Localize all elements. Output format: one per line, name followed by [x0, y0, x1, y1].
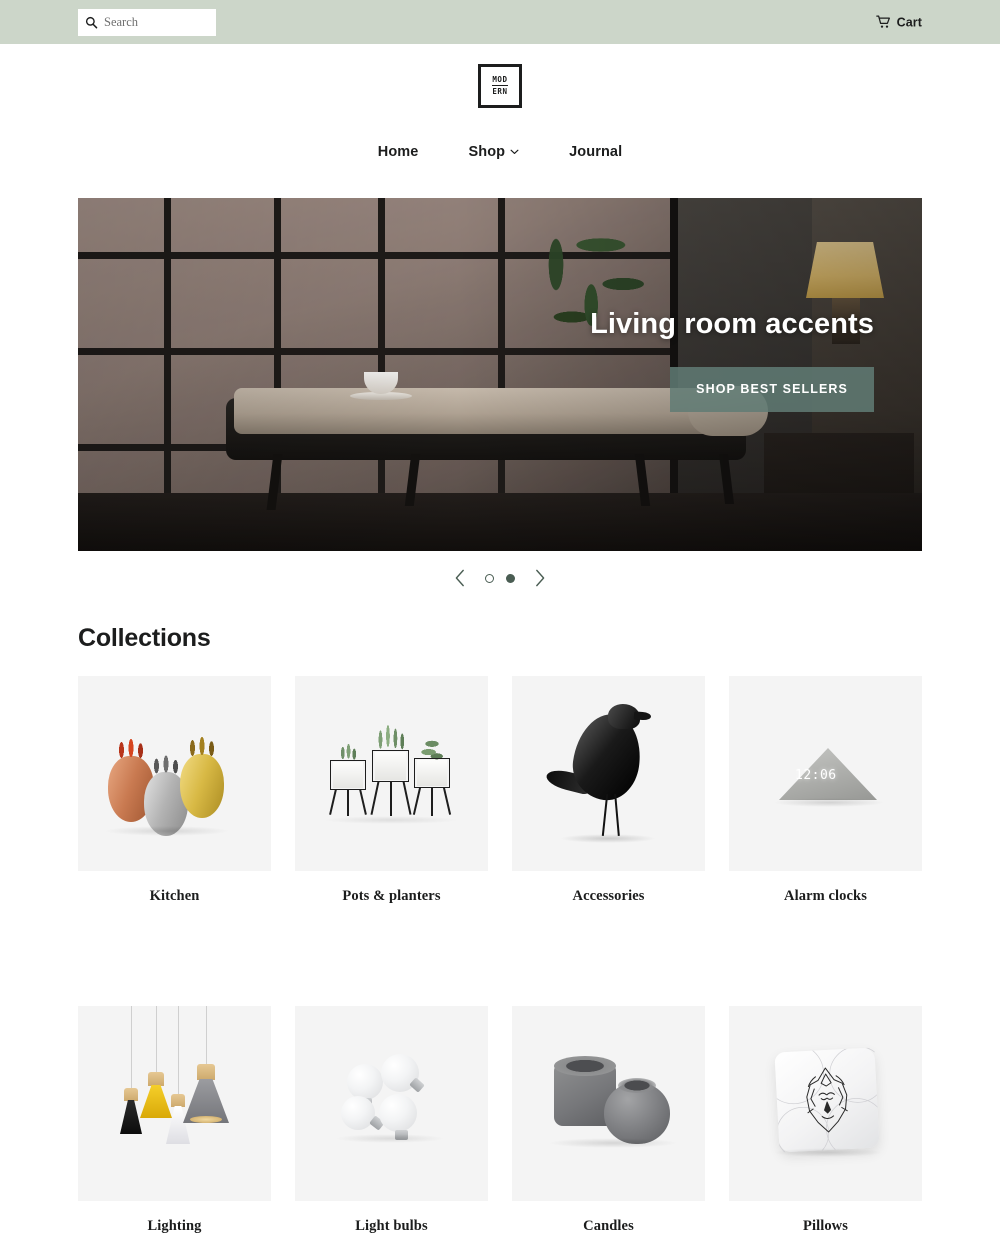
collection-card-alarm-clocks[interactable]: 12:06 Alarm clocks [729, 676, 922, 905]
collection-label-light-bulbs: Light bulbs [355, 1218, 428, 1234]
collection-card-pots-planters[interactable]: Pots & planters [295, 676, 488, 905]
wooden-clock-art: 12:06 [729, 676, 922, 871]
nav-label-journal: Journal [569, 144, 623, 160]
logo-row: MOD ERN [0, 44, 1000, 127]
carousel-dot-2[interactable] [506, 573, 515, 583]
main-navigation: Home Shop Journal [0, 127, 1000, 177]
collection-card-pillows[interactable]: Pillows [729, 1006, 922, 1235]
chevron-down-icon [510, 149, 519, 155]
chevron-left-icon[interactable] [454, 569, 467, 587]
hero-section: Living room accents SHOP BEST SELLERS [0, 198, 1000, 551]
logo-line-1: MOD [492, 75, 508, 86]
collection-image-pots-planters [295, 676, 488, 871]
collection-label-alarm-clocks: Alarm clocks [784, 888, 867, 904]
collection-image-accessories [512, 676, 705, 871]
collection-image-candles [512, 1006, 705, 1201]
shopping-cart-icon [875, 15, 890, 28]
collection-image-lighting [78, 1006, 271, 1201]
search-icon [85, 16, 98, 28]
bird-figurine-art [512, 676, 705, 871]
collection-label-candles: Candles [583, 1218, 634, 1234]
utility-bar: Cart [0, 0, 1000, 44]
grid-row-spacer [78, 905, 922, 1006]
collection-image-pillows [729, 1006, 922, 1201]
nav-item-shop[interactable]: Shop [468, 144, 519, 160]
plant-stands-art [295, 676, 488, 871]
collection-image-kitchen [78, 676, 271, 871]
logo-line-2: ERN [492, 87, 508, 96]
clock-display: 12:06 [795, 768, 837, 783]
nav-label-home: Home [377, 144, 419, 160]
concrete-holders-art [512, 1006, 705, 1201]
led-bulbs-art [295, 1006, 488, 1201]
collection-image-light-bulbs [295, 1006, 488, 1201]
collection-label-lighting: Lighting [147, 1218, 202, 1234]
lion-pillow-art [729, 1006, 922, 1201]
collection-card-light-bulbs[interactable]: Light bulbs [295, 1006, 488, 1235]
chevron-right-icon[interactable] [533, 569, 546, 587]
search-box[interactable] [78, 8, 216, 36]
collections-grid-row-2: Lighting Light bulbs Candles Pillows [78, 1006, 922, 1235]
carousel-controls [0, 556, 1000, 600]
collection-label-accessories: Accessories [572, 888, 645, 904]
nav-item-journal[interactable]: Journal [569, 144, 622, 160]
carousel-dots [485, 573, 515, 583]
lion-line-art-icon [763, 1043, 887, 1160]
nav-label-shop: Shop [468, 144, 506, 160]
collection-label-pots-planters: Pots & planters [342, 888, 441, 904]
collection-card-lighting[interactable]: Lighting [78, 1006, 271, 1235]
cart-button[interactable]: Cart [875, 15, 922, 30]
shop-best-sellers-button[interactable]: SHOP BEST SELLERS [670, 367, 874, 412]
collection-card-kitchen[interactable]: Kitchen [78, 676, 271, 905]
collection-image-alarm-clocks: 12:06 [729, 676, 922, 871]
carousel-dot-1[interactable] [485, 573, 494, 583]
hero-title: Living room accents [590, 308, 874, 340]
collection-label-pillows: Pillows [802, 1218, 848, 1234]
hero-slide[interactable]: Living room accents SHOP BEST SELLERS [78, 198, 922, 551]
collection-card-accessories[interactable]: Accessories [512, 676, 705, 905]
pineapple-shakers-art [78, 676, 271, 871]
hero-content: Living room accents SHOP BEST SELLERS [590, 308, 874, 412]
search-input[interactable] [104, 14, 209, 30]
cart-label: Cart [896, 15, 922, 29]
pendant-lamps-art [78, 1006, 271, 1201]
section-title-collections: Collections [78, 624, 211, 652]
collections-grid-row-1: Kitchen Pots & planters Accessories 12:0… [78, 676, 922, 905]
collections-section: Collections Kitchen Pots & planters Acce… [0, 624, 1000, 1235]
collection-label-kitchen: Kitchen [149, 888, 200, 904]
collection-card-candles[interactable]: Candles [512, 1006, 705, 1235]
nav-item-home[interactable]: Home [378, 144, 419, 160]
site-logo[interactable]: MOD ERN [478, 63, 522, 108]
